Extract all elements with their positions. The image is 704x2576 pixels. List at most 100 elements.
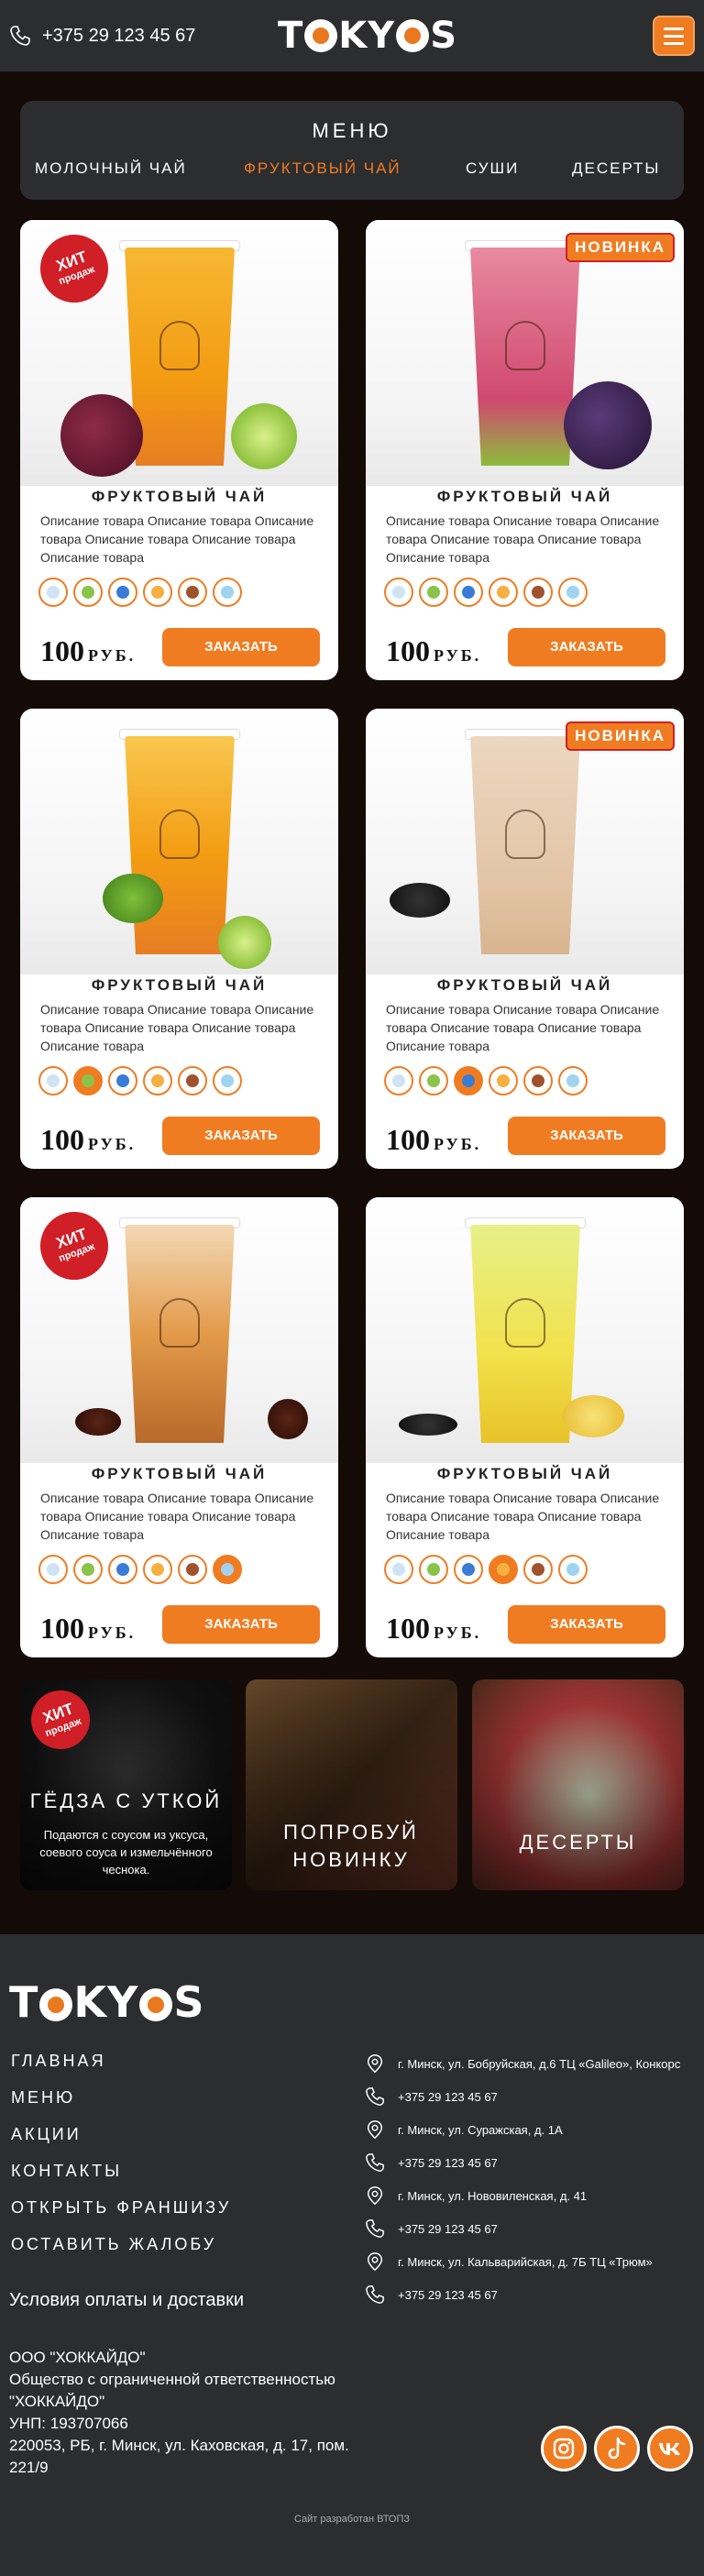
product-image: ХИТ продаж: [20, 1197, 338, 1463]
footer-link-home[interactable]: ГЛАВНАЯ: [11, 2052, 106, 2071]
honeycomb-icon: [143, 1555, 172, 1584]
product-card[interactable]: ХИТ продаж ФРУКТОВЫЙ ЧАЙ Описание товара …: [20, 1197, 338, 1657]
location-icon: [367, 2252, 383, 2272]
cup-icon: [454, 578, 483, 607]
milk-icon: [384, 1555, 413, 1584]
product-price: 100 РУБ.: [386, 1612, 482, 1645]
product-title: ФРУКТОВЫЙ ЧАЙ: [436, 1465, 613, 1482]
instagram-icon[interactable]: [541, 2426, 587, 2471]
product-price: 100 РУБ.: [386, 1123, 482, 1156]
phone-icon: [366, 2285, 384, 2304]
hit-badge: ХИТ продаж: [30, 225, 118, 313]
footer-link-complaint[interactable]: ОСТАВИТЬ ЖАЛОБУ: [11, 2235, 216, 2254]
tiktok-icon[interactable]: [594, 2426, 640, 2471]
product-title: ФРУКТОВЫЙ ЧАЙ: [436, 488, 613, 505]
order-button[interactable]: ЗАКАЗАТЬ: [508, 628, 666, 666]
order-button[interactable]: ЗАКАЗАТЬ: [508, 1117, 666, 1155]
product-card[interactable]: ФРУКТОВЫЙ ЧАЙ Описание товара Описание т…: [366, 1197, 684, 1657]
honeycomb-icon: [489, 1555, 518, 1584]
footer-logo[interactable]: T KY S: [9, 1978, 205, 2026]
phone-icon[interactable]: [9, 25, 31, 47]
product-image: НОВИНКА: [366, 220, 684, 486]
contact-address: г. Минск, ул. Бобруйская, д.6 ТЦ «Galile…: [398, 2057, 681, 2071]
menu-burger-icon[interactable]: [653, 16, 695, 56]
product-title: ФРУКТОВЫЙ ЧАЙ: [91, 488, 268, 505]
order-button[interactable]: ЗАКАЗАТЬ: [508, 1605, 666, 1644]
menu-title: МЕНЮ: [312, 119, 392, 142]
product-card[interactable]: НОВИНКА ФРУКТОВЫЙ ЧАЙ Описание товара Оп…: [366, 220, 684, 680]
location-icon: [367, 2120, 383, 2140]
contact-phone[interactable]: +375 29 123 45 67: [398, 2156, 498, 2170]
footer-link-contacts[interactable]: КОНТАКТЫ: [11, 2162, 122, 2181]
vk-icon[interactable]: [647, 2426, 693, 2471]
contact-address: г. Минск, ул. Кальварийская, д. 7Б ТЦ «Т…: [398, 2255, 653, 2269]
product-description: Описание товара Описание товара Описание…: [40, 513, 314, 565]
promo-gyoza[interactable]: ХИТ продаж ГЁДЗА С УТКОЙ Подаются с соусо…: [20, 1679, 232, 1890]
footer-link-franchise[interactable]: ОТКРЫТЬ ФРАНШИЗУ: [11, 2198, 231, 2218]
phone-icon: [366, 2153, 384, 2172]
tab-milk-tea[interactable]: МОЛОЧНЫЙ ЧАЙ: [35, 160, 187, 178]
product-description: Описание товара Описание товара Описание…: [386, 1002, 660, 1053]
order-button[interactable]: ЗАКАЗАТЬ: [162, 628, 320, 666]
product-price: 100 РУБ.: [40, 634, 137, 667]
logo-mark-icon: [304, 19, 338, 52]
order-button[interactable]: ЗАКАЗАТЬ: [162, 1117, 320, 1155]
ice-icon: [558, 578, 588, 607]
site-logo[interactable]: T KY S: [278, 15, 457, 57]
ice-icon: [213, 1066, 242, 1095]
contact-phone[interactable]: +375 29 123 45 67: [398, 2222, 498, 2236]
tab-sushi[interactable]: СУШИ: [466, 160, 519, 178]
promo-new[interactable]: ПОПРОБУЙ НОВИНКУ: [246, 1679, 457, 1890]
product-card[interactable]: НОВИНКА ФРУКТОВЫЙ ЧАЙ Описание товара Оп…: [366, 709, 684, 1169]
kiwi-icon: [73, 1066, 103, 1095]
cinnamon-icon: [178, 1555, 207, 1584]
footer-terms-link[interactable]: Условия оплаты и доставки: [9, 2290, 244, 2311]
milk-icon: [38, 1555, 68, 1584]
tab-fruit-tea[interactable]: ФРУКТОВЫЙ ЧАЙ: [244, 160, 402, 178]
product-description: Описание товара Описание товара Описание…: [40, 1002, 314, 1053]
contact-address: г. Минск, ул. Суражская, д. 1А: [398, 2123, 563, 2137]
product-image: [366, 1197, 684, 1463]
kiwi-icon: [419, 1555, 448, 1584]
product-image: [20, 709, 338, 974]
contact-phone[interactable]: +375 29 123 45 67: [398, 2288, 498, 2302]
cinnamon-icon: [178, 1066, 207, 1095]
logo-mark-icon: [39, 1988, 73, 2021]
promo-desserts[interactable]: ДЕСЕРТЫ: [472, 1679, 684, 1890]
phone-icon: [366, 2219, 384, 2238]
cinnamon-icon: [523, 1555, 553, 1584]
order-button[interactable]: ЗАКАЗАТЬ: [162, 1605, 320, 1644]
new-badge: НОВИНКА: [566, 721, 675, 751]
footer-link-promotions[interactable]: АКЦИИ: [11, 2125, 82, 2144]
hit-badge: ХИТ продаж: [30, 1202, 118, 1290]
kiwi-icon: [73, 1555, 103, 1584]
promo-text: Подаются с соусом из уксуса, соевого соу…: [39, 1828, 213, 1877]
product-card[interactable]: ХИТ продаж ФРУКТОВЫЙ ЧАЙ Описание товара …: [20, 220, 338, 680]
header-phone-link[interactable]: +375 29 123 45 67: [42, 26, 195, 47]
logo-mark-icon: [139, 1988, 173, 2021]
kiwi-icon: [73, 578, 103, 607]
cup-icon: [454, 1066, 483, 1095]
ice-icon: [213, 1555, 242, 1584]
developer-credit[interactable]: Сайт разработан ВТОПЗ: [0, 2514, 704, 2525]
new-badge: НОВИНКА: [566, 233, 675, 262]
cup-icon: [108, 1066, 138, 1095]
cinnamon-icon: [523, 578, 553, 607]
site-footer: T KY S ГЛАВНАЯ МЕНЮ АКЦИИ КОНТАКТЫ ОТКРЫТЬ…: [0, 1934, 704, 2576]
footer-link-menu[interactable]: МЕНЮ: [11, 2088, 75, 2108]
contact-phone[interactable]: +375 29 123 45 67: [398, 2090, 498, 2104]
ice-icon: [558, 1066, 588, 1095]
ice-icon: [558, 1555, 588, 1584]
location-icon: [367, 2054, 383, 2074]
tab-desserts[interactable]: ДЕСЕРТЫ: [572, 160, 660, 178]
milk-icon: [384, 578, 413, 607]
promo-title: ПОПРОБУЙ НОВИНКУ: [283, 1821, 419, 1871]
promo-title: ГЁДЗА С УТКОЙ: [29, 1789, 223, 1812]
product-image: ХИТ продаж: [20, 220, 338, 486]
honeycomb-icon: [143, 1066, 172, 1095]
product-title: ФРУКТОВЫЙ ЧАЙ: [91, 976, 268, 994]
milk-icon: [38, 1066, 68, 1095]
product-card[interactable]: ФРУКТОВЫЙ ЧАЙ Описание товара Описание т…: [20, 709, 338, 1169]
cup-icon: [108, 578, 138, 607]
cup-icon: [454, 1555, 483, 1584]
